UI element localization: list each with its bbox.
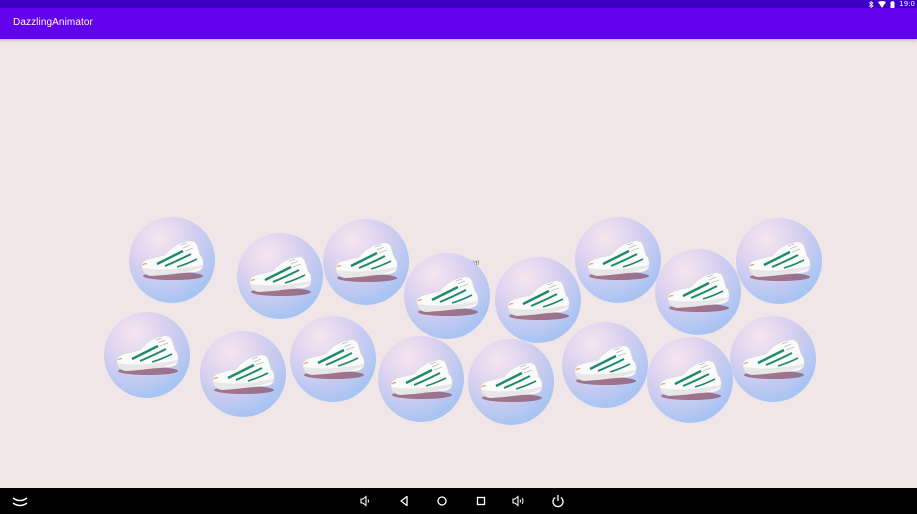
- volume-up-icon[interactable]: [511, 493, 527, 509]
- shoe-image: [738, 336, 808, 382]
- shoe-bubble[interactable]: [237, 233, 323, 319]
- shoe-image: [245, 253, 315, 299]
- shoe-image: [663, 269, 733, 315]
- bluetooth-icon: [869, 0, 874, 8]
- status-time: 19:0: [899, 0, 915, 8]
- home-icon[interactable]: [434, 493, 450, 509]
- shoe-image: [570, 342, 640, 388]
- shoe-bubble[interactable]: [323, 219, 409, 305]
- shoe-bubble[interactable]: [575, 217, 661, 303]
- shoe-image: [112, 332, 182, 378]
- shoe-bubble[interactable]: [290, 316, 376, 402]
- recents-icon[interactable]: [473, 493, 489, 509]
- main-content: Hello World!: [0, 39, 917, 488]
- shoe-bubble[interactable]: [404, 253, 490, 339]
- navigation-bar: [0, 488, 917, 514]
- status-icons: 19:0: [868, 0, 917, 8]
- shoe-image: [476, 359, 546, 405]
- shoe-image: [744, 238, 814, 284]
- volume-down-icon[interactable]: [357, 493, 373, 509]
- status-bar: 19:0: [0, 0, 917, 8]
- shoe-image: [137, 237, 207, 283]
- shoe-image: [298, 336, 368, 382]
- shoe-bubble[interactable]: [378, 336, 464, 422]
- collapse-icon[interactable]: [12, 493, 28, 509]
- shoe-bubble[interactable]: [468, 339, 554, 425]
- back-icon[interactable]: [396, 493, 412, 509]
- battery-icon: [890, 0, 895, 8]
- shoe-image: [331, 239, 401, 285]
- shoe-bubble[interactable]: [655, 249, 741, 335]
- shoe-bubble[interactable]: [495, 257, 581, 343]
- shoe-image: [655, 357, 725, 403]
- shoe-image: [503, 277, 573, 323]
- shoe-bubble[interactable]: [730, 316, 816, 402]
- power-icon[interactable]: [550, 493, 566, 509]
- wifi-icon: [878, 0, 887, 8]
- shoe-bubble[interactable]: [104, 312, 190, 398]
- shoe-image: [412, 273, 482, 319]
- app-title: DazzlingAnimator: [13, 17, 93, 28]
- shoe-bubble[interactable]: [736, 218, 822, 304]
- shoe-image: [208, 351, 278, 397]
- shoe-bubble[interactable]: [129, 217, 215, 303]
- shoe-bubble[interactable]: [200, 331, 286, 417]
- shoe-bubble[interactable]: [647, 337, 733, 423]
- app-bar: DazzlingAnimator: [0, 8, 917, 39]
- shoe-image: [386, 356, 456, 402]
- shoe-bubble[interactable]: [562, 322, 648, 408]
- shoe-image: [583, 237, 653, 283]
